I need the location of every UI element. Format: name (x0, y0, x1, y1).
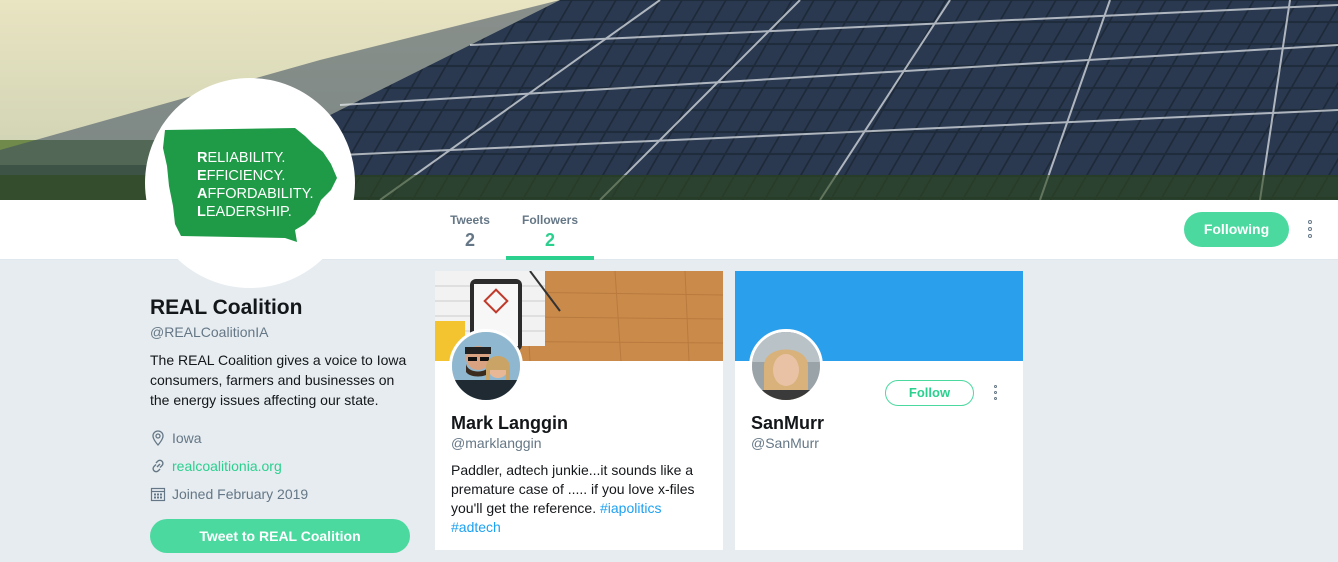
tab-followers[interactable]: Followers 2 (506, 200, 594, 260)
follow-button[interactable]: Follow (885, 380, 974, 406)
joined-text: Joined February 2019 (172, 486, 309, 502)
follower-handle[interactable]: @marklanggin (451, 435, 541, 451)
link-icon (150, 458, 166, 474)
tweet-to-button[interactable]: Tweet to REAL Coalition (150, 519, 410, 553)
svg-text:AFFORDABILITY.: AFFORDABILITY. (197, 186, 314, 202)
followers-count: 2 (544, 230, 555, 250)
follower-name[interactable]: Mark Langgin (451, 413, 568, 434)
profile-joined: Joined February 2019 (150, 486, 308, 502)
following-button[interactable]: Following (1184, 212, 1289, 247)
svg-text:RELIABILITY.: RELIABILITY. (197, 150, 285, 166)
follower-bio: Paddler, adtech junkie...it sounds like … (451, 461, 713, 537)
location-text: Iowa (172, 430, 202, 446)
location-pin-icon (150, 430, 166, 446)
follower-avatar[interactable] (449, 329, 523, 403)
website-link[interactable]: realcoalitionia.org (172, 458, 282, 474)
hashtag-link[interactable]: #adtech (451, 519, 501, 535)
tweets-count: 2 (464, 230, 475, 250)
profile-avatar[interactable]: RELIABILITY. EFFICIENCY. AFFORDABILITY. … (145, 78, 355, 288)
profile-handle[interactable]: @REALCoalitionIA (150, 324, 420, 340)
profile-name[interactable]: REAL Coalition (150, 296, 420, 320)
hashtag-link[interactable]: #iapolitics (600, 500, 661, 516)
profile-website: realcoalitionia.org (150, 458, 282, 474)
followers-label: Followers (521, 213, 578, 227)
follower-name[interactable]: SanMurr (751, 413, 824, 434)
profile-bio: The REAL Coalition gives a voice to Iowa… (150, 352, 407, 408)
follower-handle[interactable]: @SanMurr (751, 435, 819, 451)
tweets-label: Tweets (450, 213, 490, 227)
tab-tweets[interactable]: Tweets 2 (440, 200, 500, 260)
calendar-icon (150, 486, 166, 502)
profile-location: Iowa (150, 430, 202, 446)
follower-card[interactable]: Mark Langgin @marklanggin Paddler, adtec… (435, 271, 723, 550)
svg-text:EFFICIENCY.: EFFICIENCY. (197, 168, 285, 184)
iowa-logo-icon: RELIABILITY. EFFICIENCY. AFFORDABILITY. … (163, 128, 337, 242)
follower-avatar[interactable] (749, 329, 823, 403)
follower-card[interactable]: Follow SanMurr @SanMurr (735, 271, 1023, 550)
svg-text:LEADERSHIP.: LEADERSHIP. (197, 204, 292, 220)
more-options-icon[interactable] (990, 385, 1000, 400)
profile-sidebar: REAL Coalition @REALCoalitionIA The REAL… (150, 296, 420, 410)
more-options-icon[interactable] (1305, 220, 1315, 238)
